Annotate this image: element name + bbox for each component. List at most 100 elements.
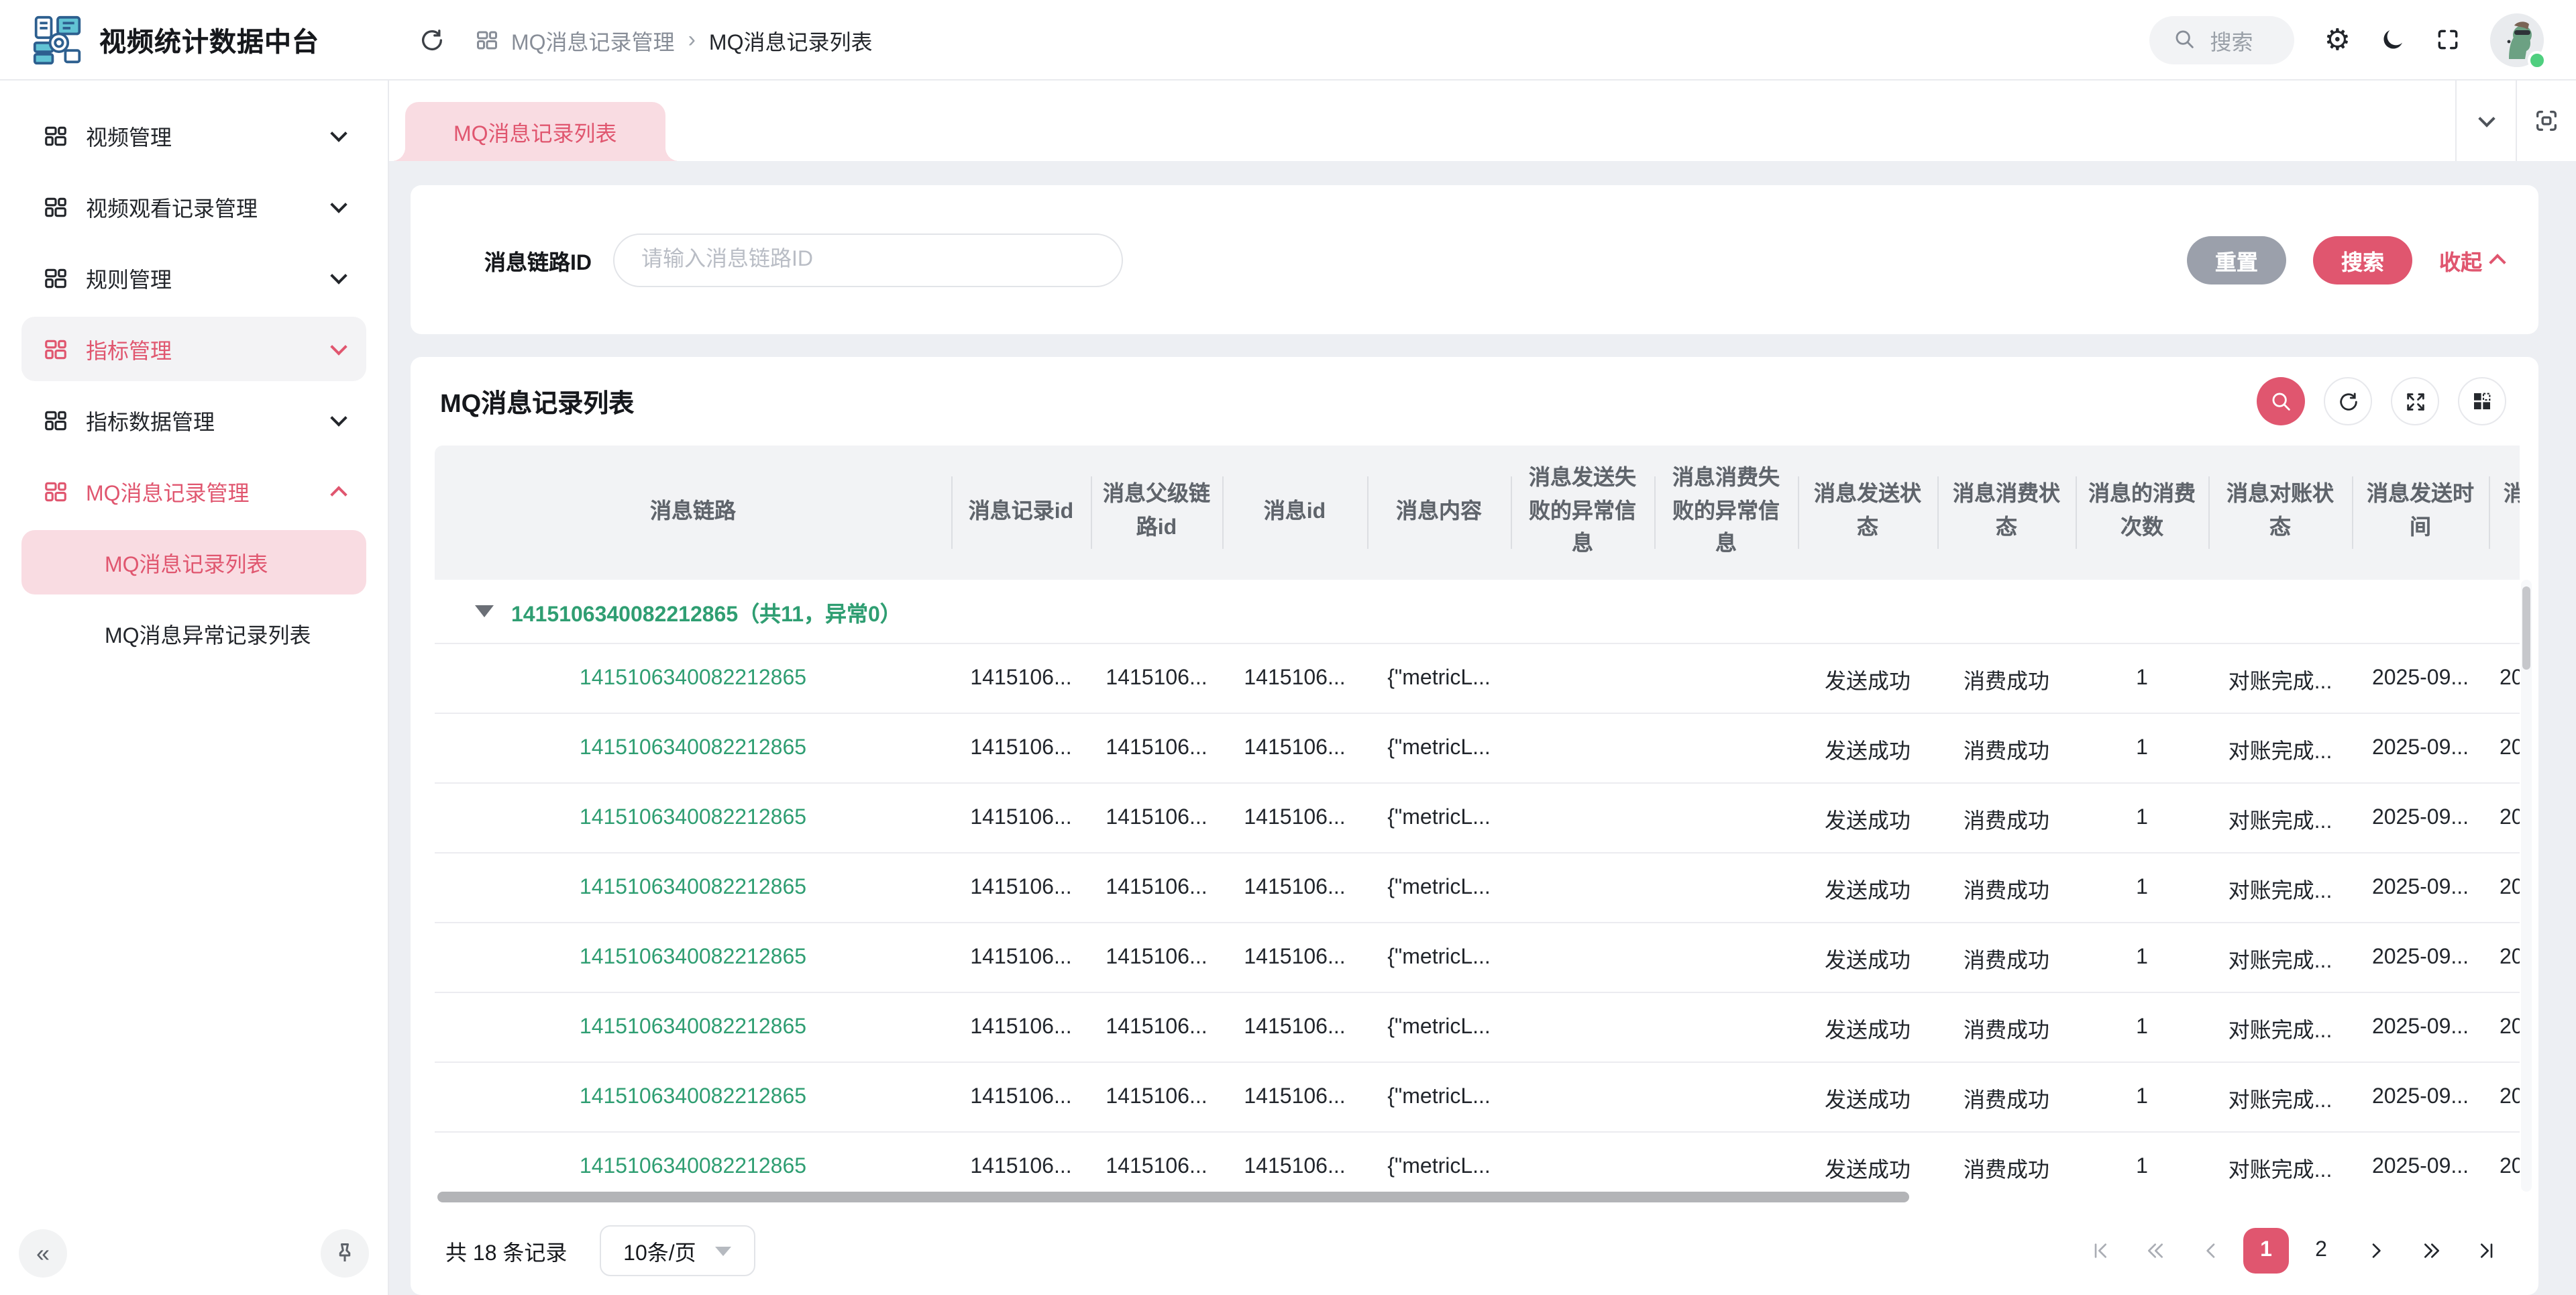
table-row: 14151063400822128651415106...1415106...1… (435, 714, 2520, 784)
cell-reconcile_status: 对账完成... (2208, 784, 2352, 852)
cell-send_status: 发送成功 (1798, 1133, 1937, 1193)
forward-10-pages-button[interactable] (2408, 1228, 2454, 1274)
table-title: MQ消息记录列表 (440, 383, 634, 419)
cell-consume_status: 消费成功 (1937, 853, 2076, 922)
sidebar-item[interactable]: 指标数据管理 (21, 388, 366, 452)
page-button-2[interactable]: 2 (2298, 1228, 2344, 1274)
cell-send_fail (1511, 853, 1654, 922)
topbar: 视频统计数据中台 MQ消息记录管理 › MQ消息记录列表 (0, 0, 2576, 81)
sidebar-item[interactable]: 规则管理 (21, 246, 366, 310)
cell-msg_id: 1415106... (1222, 1133, 1367, 1193)
table-refresh-icon[interactable] (2324, 377, 2372, 425)
sidebar-item[interactable]: 视频管理 (21, 103, 366, 168)
chevron-down-icon (330, 124, 347, 141)
column-header: 消息内容 (1367, 446, 1511, 580)
table-card: MQ消息记录列表 (411, 357, 2538, 1295)
breadcrumb-separator-icon: › (688, 26, 696, 53)
first-page-button[interactable] (2078, 1228, 2124, 1274)
caret-down-icon (715, 1246, 731, 1255)
cell-content: {"metricL... (1367, 923, 1511, 992)
breadcrumb-parent[interactable]: MQ消息记录管理 (475, 23, 675, 56)
content-fullscreen-icon[interactable] (2516, 81, 2576, 161)
column-header: 消息消费状态 (1937, 446, 2076, 580)
cell-consume_time: 2025-09... (2489, 993, 2520, 1061)
breadcrumb-current: MQ消息记录列表 (709, 23, 873, 56)
cell-reconcile_status: 对账完成... (2208, 993, 2352, 1061)
online-status-dot (2528, 50, 2546, 69)
sidebar-item-label: 视频观看记录管理 (86, 191, 315, 223)
cell-reconcile_status: 对账完成... (2208, 1063, 2352, 1131)
table-columns-icon[interactable] (2458, 377, 2506, 425)
table-search-icon[interactable] (2257, 377, 2305, 425)
cell-consume_fail (1654, 784, 1798, 852)
cell-send_status: 发送成功 (1798, 993, 1937, 1061)
cell-link[interactable]: 1415106340082212865 (435, 923, 951, 992)
tab-bar: MQ消息记录列表 (389, 81, 2576, 161)
sidebar-item-label: 规则管理 (86, 262, 315, 294)
sidebar-item[interactable]: MQ消息记录管理 (21, 459, 366, 523)
cell-send_status: 发送成功 (1798, 1063, 1937, 1131)
sidebar-subitem[interactable]: MQ消息记录列表 (21, 530, 366, 594)
vertical-scrollbar-thumb[interactable] (2522, 586, 2530, 670)
table-expand-icon[interactable] (2391, 377, 2439, 425)
column-header: 消息消费时间 (2489, 446, 2520, 580)
grid-icon (43, 407, 68, 433)
cell-consume_count: 1 (2076, 923, 2208, 992)
user-avatar[interactable] (2490, 13, 2544, 66)
page-size-select[interactable]: 10条/页 (599, 1225, 755, 1276)
message-link-id-input[interactable] (613, 233, 1123, 287)
sidebar-item[interactable]: 视频观看记录管理 (21, 174, 366, 239)
table-row: 14151063400822128651415106...1415106...1… (435, 784, 2520, 853)
last-page-button[interactable] (2463, 1228, 2509, 1274)
settings-gear-icon[interactable]: ⚙ (2324, 25, 2351, 54)
reset-button[interactable]: 重置 (2187, 236, 2286, 284)
cell-msg_id: 1415106... (1222, 853, 1367, 922)
cell-link[interactable]: 1415106340082212865 (435, 1063, 951, 1131)
cell-send_time: 2025-09... (2352, 993, 2489, 1061)
cell-link[interactable]: 1415106340082212865 (435, 784, 951, 852)
back-10-pages-button[interactable] (2133, 1228, 2179, 1274)
cell-link[interactable]: 1415106340082212865 (435, 644, 951, 713)
refresh-icon[interactable] (419, 26, 445, 53)
grid-icon (43, 123, 68, 148)
cell-link[interactable]: 1415106340082212865 (435, 1133, 951, 1193)
cell-consume_count: 1 (2076, 853, 2208, 922)
grid-icon (43, 478, 68, 504)
table-row: 14151063400822128651415106...1415106...1… (435, 1063, 2520, 1133)
cell-send_time: 2025-09... (2352, 1063, 2489, 1131)
cell-link[interactable]: 1415106340082212865 (435, 714, 951, 782)
sidebar-collapse-button[interactable]: « (19, 1229, 67, 1278)
horizontal-scrollbar-thumb[interactable] (437, 1192, 1909, 1202)
cell-consume_status: 消费成功 (1937, 714, 2076, 782)
cell-consume_status: 消费成功 (1937, 923, 2076, 992)
table-header-row: 消息链路消息记录id消息父级链路id消息id消息内容消息发送失败的异常信息消息消… (435, 446, 2520, 580)
column-header: 消息父级链路id (1091, 446, 1222, 580)
tab-list-chevron-down-icon[interactable] (2455, 81, 2516, 161)
cell-link[interactable]: 1415106340082212865 (435, 853, 951, 922)
sidebar-subitem[interactable]: MQ消息异常记录列表 (21, 601, 366, 666)
cell-consume_time: 2025-09... (2489, 714, 2520, 782)
page-button-1[interactable]: 1 (2243, 1228, 2289, 1274)
content: 消息链路ID 重置 搜索 收起 MQ消息记录列表 (389, 161, 2576, 1295)
fullscreen-icon[interactable] (2435, 27, 2461, 52)
cell-link[interactable]: 1415106340082212865 (435, 993, 951, 1061)
prev-page-button[interactable] (2188, 1228, 2234, 1274)
cell-send_time: 2025-09... (2352, 714, 2489, 782)
cell-content: {"metricL... (1367, 853, 1511, 922)
chevron-down-icon (330, 409, 347, 425)
global-search[interactable]: 搜索 (2150, 15, 2295, 64)
search-button[interactable]: 搜索 (2313, 236, 2412, 284)
next-page-button[interactable] (2353, 1228, 2399, 1274)
group-row[interactable]: 1415106340082212865（共11，异常0） (435, 580, 2520, 644)
dark-mode-moon-icon[interactable] (2380, 27, 2406, 52)
sidebar-item-label: 指标管理 (86, 333, 315, 365)
sidebar-item[interactable]: 指标管理 (21, 317, 366, 381)
cell-reconcile_status: 对账完成... (2208, 1133, 2352, 1193)
cell-send_fail (1511, 714, 1654, 782)
layout: 视频管理视频观看记录管理规则管理指标管理指标数据管理 MQ消息记录管理 MQ消息记录… (0, 81, 2576, 1295)
cell-send_status: 发送成功 (1798, 784, 1937, 852)
tab-mq-message-list[interactable]: MQ消息记录列表 (405, 102, 665, 161)
collapse-filter-link[interactable]: 收起 (2439, 244, 2504, 276)
sidebar-pin-button[interactable] (321, 1229, 369, 1278)
cell-parent_id: 1415106... (1091, 923, 1222, 992)
